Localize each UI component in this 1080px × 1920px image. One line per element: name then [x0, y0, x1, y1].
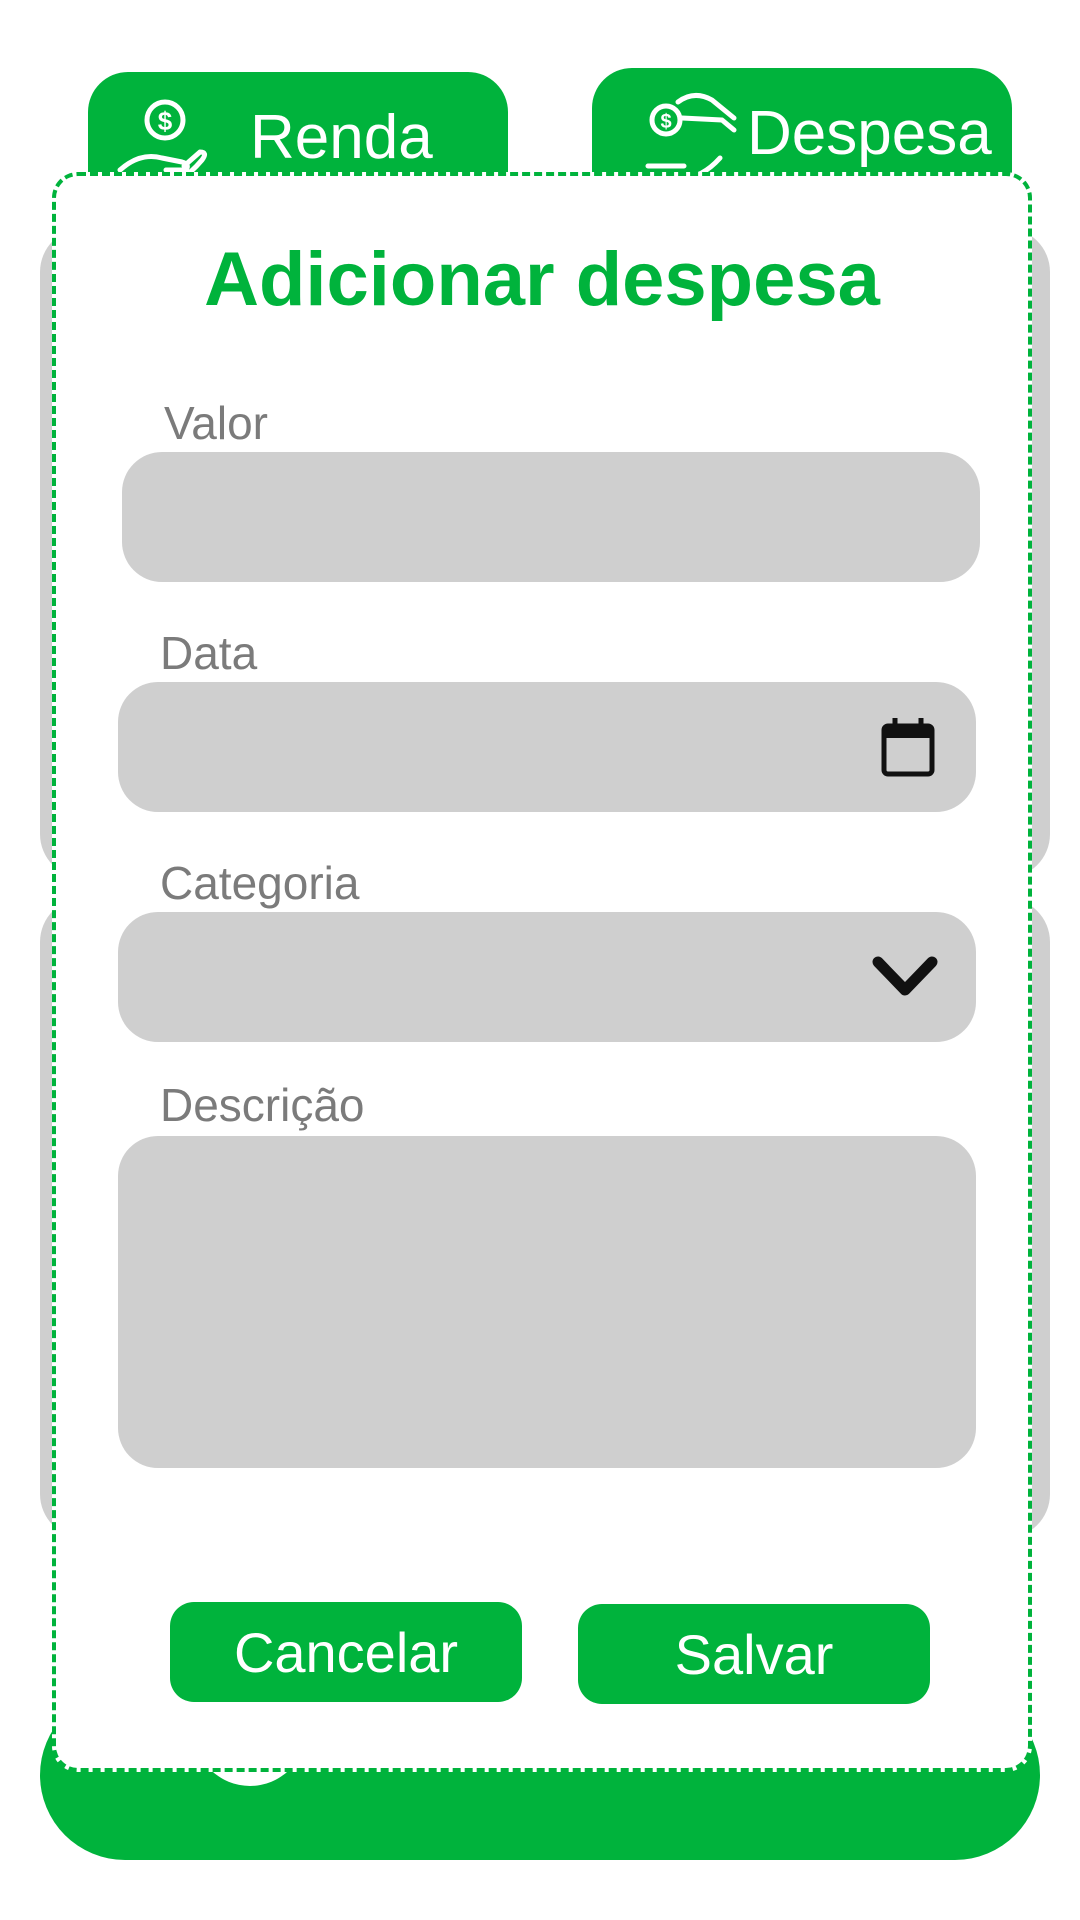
add-expense-modal: Adicionar despesa Valor Data Categoria D…	[52, 172, 1032, 1772]
modal-title: Adicionar despesa	[204, 237, 880, 322]
chevron-down-icon	[872, 956, 938, 996]
category-select[interactable]	[118, 912, 976, 1042]
save-button[interactable]: Salvar	[578, 1604, 930, 1704]
tab-despesa-label: Despesa	[747, 99, 992, 168]
tab-renda-label: Renda	[250, 103, 433, 172]
svg-text:$: $	[158, 106, 173, 136]
value-label: Valor	[164, 397, 268, 449]
description-textarea[interactable]	[118, 1136, 976, 1468]
cancel-button[interactable]: Cancelar	[170, 1602, 522, 1702]
date-input[interactable]	[118, 682, 976, 812]
calendar-icon[interactable]	[880, 716, 936, 778]
svg-text:$: $	[660, 111, 671, 133]
date-label: Data	[160, 627, 258, 679]
value-input[interactable]	[122, 452, 980, 582]
description-label: Descrição	[160, 1079, 365, 1131]
category-label: Categoria	[160, 857, 360, 909]
